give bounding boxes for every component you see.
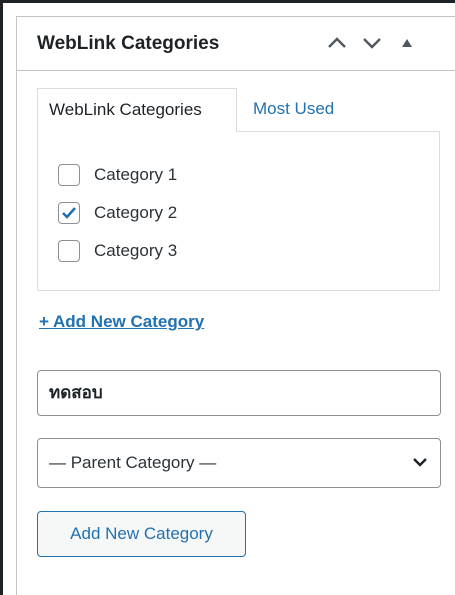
checkmark-icon bbox=[62, 207, 76, 219]
window-border-top bbox=[0, 0, 455, 3]
triangle-up-icon bbox=[402, 39, 412, 47]
parent-category-select[interactable]: — Parent Category — bbox=[37, 438, 441, 488]
list-item: Category 1 bbox=[58, 162, 177, 188]
new-category-input[interactable]: ทดสอบ bbox=[37, 370, 441, 416]
tab-label: WebLink Categories bbox=[49, 100, 202, 119]
parent-category-selected: — Parent Category — bbox=[49, 453, 217, 472]
tab-weblink-categories[interactable]: WebLink Categories bbox=[37, 88, 237, 132]
list-item: Category 3 bbox=[58, 238, 177, 264]
list-item: Category 2 bbox=[58, 200, 177, 226]
category-label: Category 3 bbox=[94, 241, 178, 260]
category-label: Category 2 bbox=[94, 203, 178, 222]
metabox-title: WebLink Categories bbox=[37, 33, 220, 54]
metabox-header: WebLink Categories bbox=[17, 17, 455, 71]
chevron-down-icon bbox=[363, 38, 381, 49]
window-border-left bbox=[0, 0, 3, 595]
chevron-up-icon bbox=[328, 37, 346, 48]
metabox-frame: WebLink Categories WebLink Categories Mo… bbox=[0, 0, 455, 595]
move-down-button[interactable] bbox=[358, 29, 386, 57]
category-1-checkbox[interactable] bbox=[58, 164, 80, 186]
category-2-checkbox[interactable] bbox=[58, 202, 80, 224]
tab-most-used[interactable]: Most Used bbox=[253, 99, 334, 119]
category-3-checkbox[interactable] bbox=[58, 240, 80, 262]
add-new-category-button[interactable]: Add New Category bbox=[37, 511, 246, 557]
move-up-button[interactable] bbox=[323, 29, 351, 57]
toggle-panel-button[interactable] bbox=[393, 29, 421, 57]
add-new-category-link[interactable]: + Add New Category bbox=[39, 312, 204, 332]
chevron-down-icon bbox=[413, 458, 427, 467]
category-label: Category 1 bbox=[94, 165, 178, 184]
category-checklist: Category 1 Category 2 Category 3 bbox=[37, 131, 440, 291]
weblink-categories-metabox: WebLink Categories WebLink Categories Mo… bbox=[16, 16, 455, 595]
